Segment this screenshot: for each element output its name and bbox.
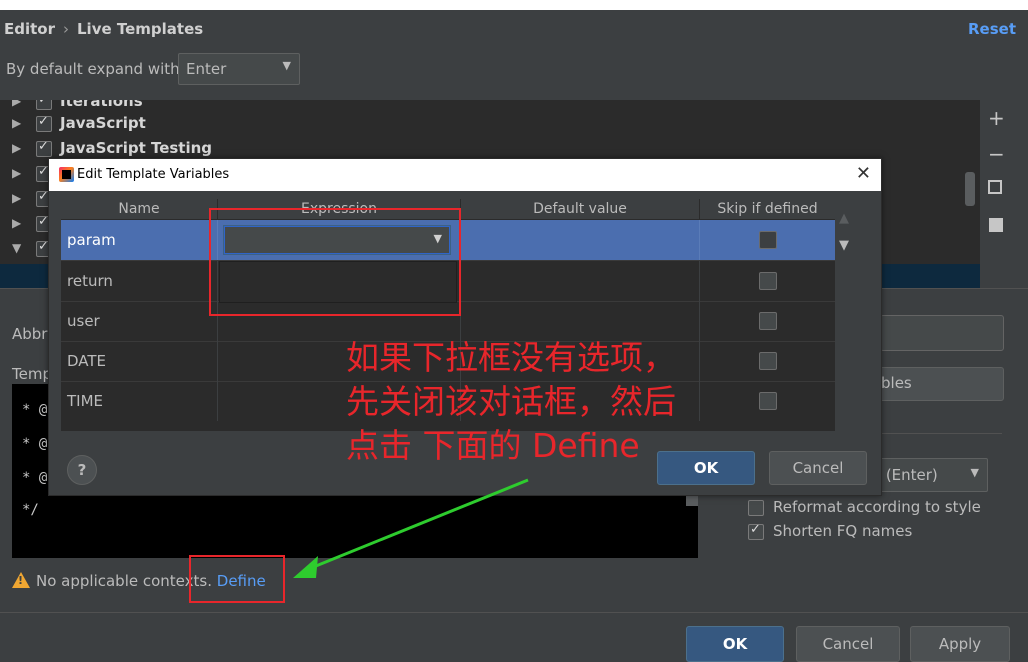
annotation-arrow <box>293 478 529 578</box>
